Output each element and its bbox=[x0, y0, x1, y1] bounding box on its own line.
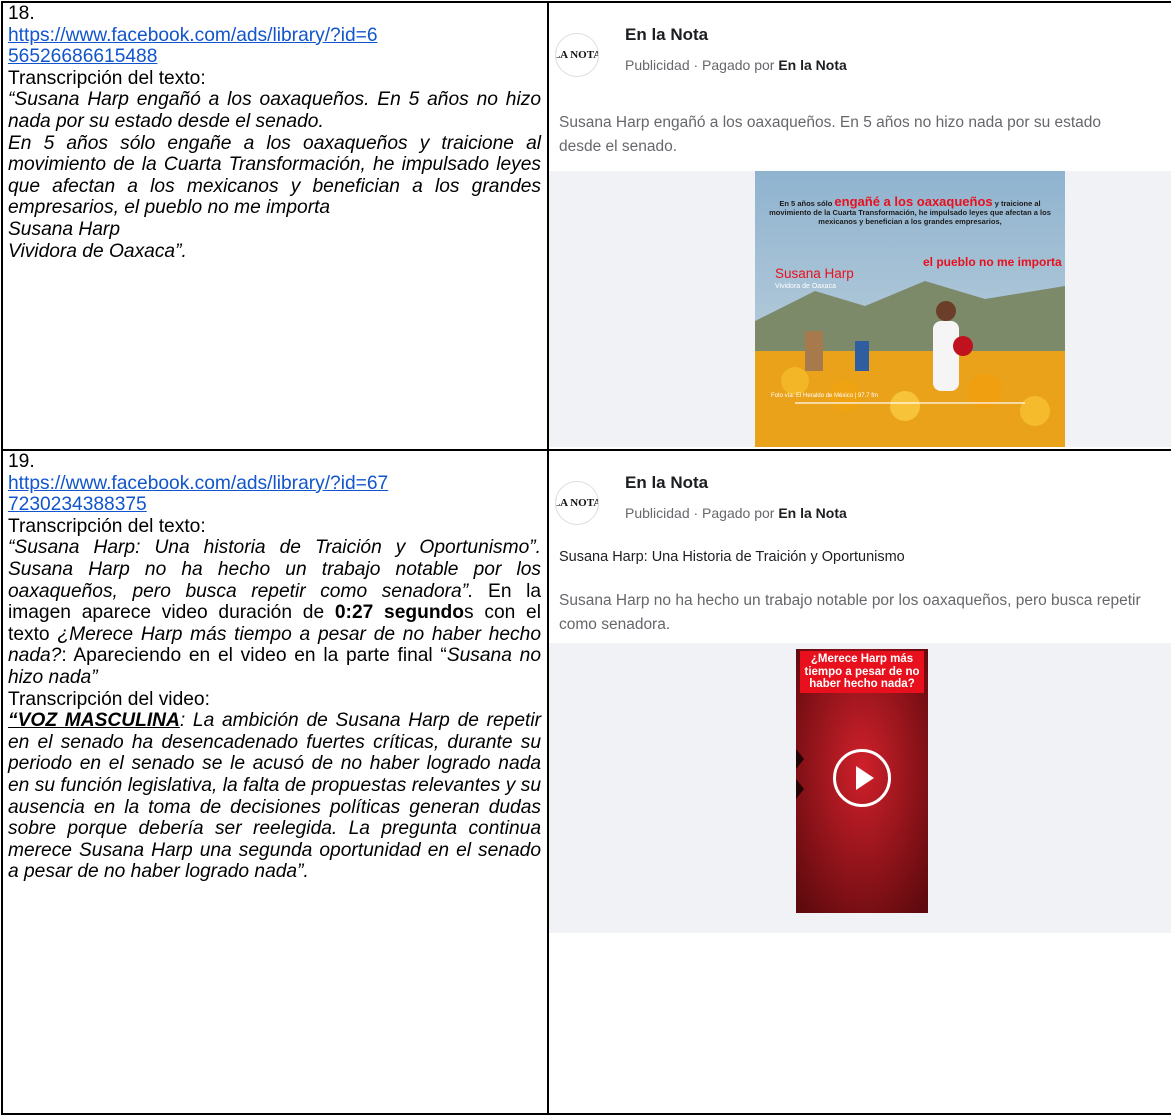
quote-line: Susana Harp bbox=[8, 218, 120, 240]
video-transcription-label: Transcripción del video: bbox=[8, 688, 210, 710]
transcription-label: Transcripción del texto: bbox=[8, 515, 206, 537]
page-logo-icon: LA NOTA bbox=[555, 481, 599, 525]
page-name[interactable]: En la Nota bbox=[625, 473, 708, 493]
quote-line: Vividora de Oaxaca”. bbox=[8, 240, 187, 262]
ad-headline: Susana Harp: Una Historia de Traición y … bbox=[559, 549, 905, 565]
poster-red-text: el pueblo no me importa bbox=[923, 255, 1062, 269]
quote-line: “Susana Harp engañó a los oaxaqueños. En… bbox=[8, 89, 541, 132]
poster-credit: Foto vía: El Heraldo de México | 97.7 fm bbox=[771, 393, 878, 399]
ad-body-text: Susana Harp no ha hecho un trabajo notab… bbox=[559, 592, 1141, 633]
page-logo-icon: LA NOTA bbox=[555, 33, 599, 77]
ad-media[interactable]: ¿Merece Harp más tiempo a pesar de no ha… bbox=[549, 643, 1171, 933]
logo-text: LA NOTA bbox=[556, 49, 598, 61]
poster-caption: En 5 años sólo engañé a los oaxaqueños y… bbox=[769, 194, 1051, 226]
ad-video[interactable]: ¿Merece Harp más tiempo a pesar de no ha… bbox=[796, 649, 928, 913]
quote-line: En 5 años sólo engañe a los oaxaqueños y… bbox=[8, 132, 541, 219]
video-overlay-text: ¿Merece Harp más tiempo a pesar de no ha… bbox=[800, 651, 924, 693]
entry-number: 18. bbox=[8, 3, 35, 24]
entry-number: 19. bbox=[8, 451, 35, 472]
entry-19-description: 19. https://www.facebook.com/ads/library… bbox=[1, 449, 549, 1115]
table-row: 18. https://www.facebook.com/ads/library… bbox=[1, 1, 1171, 451]
entry-18-description: 18. https://www.facebook.com/ads/library… bbox=[1, 1, 549, 451]
entry-19-ad-screenshot: LA NOTA En la Nota Publicidad · Pagado p… bbox=[547, 449, 1171, 1115]
ad-library-link[interactable]: https://www.facebook.com/ads/library/?id… bbox=[8, 473, 388, 516]
page-name[interactable]: En la Nota bbox=[625, 25, 708, 45]
entry-19-paragraph: “Susana Harp: Una historia de Traición y… bbox=[8, 537, 541, 688]
transcription-label: Transcripción del texto: bbox=[8, 67, 206, 89]
ad-media[interactable]: En 5 años sólo engañé a los oaxaqueños y… bbox=[549, 171, 1171, 447]
logo-text: LA NOTA bbox=[556, 497, 598, 509]
ad-library-link[interactable]: https://www.facebook.com/ads/library/?id… bbox=[8, 25, 378, 68]
play-icon[interactable] bbox=[833, 749, 891, 807]
video-transcript: “VOZ MASCULINA: La ambición de Susana Ha… bbox=[8, 710, 541, 883]
ad-body-text: Susana Harp engañó a los oaxaqueños. En … bbox=[559, 114, 1102, 155]
ads-evidence-table: 18. https://www.facebook.com/ads/library… bbox=[1, 1, 1171, 1115]
table-row: 19. https://www.facebook.com/ads/library… bbox=[1, 449, 1171, 1115]
poster-subtitle: Vividora de Oaxaca bbox=[775, 283, 836, 290]
poster-name: Susana Harp bbox=[775, 266, 854, 281]
sponsored-label: Publicidad · Pagado por En la Nota bbox=[625, 505, 847, 521]
entry-18-ad-screenshot: LA NOTA En la Nota Publicidad · Pagado p… bbox=[547, 1, 1171, 451]
sponsored-label: Publicidad · Pagado por En la Nota bbox=[625, 57, 847, 73]
ad-poster-image: En 5 años sólo engañé a los oaxaqueños y… bbox=[755, 171, 1065, 447]
